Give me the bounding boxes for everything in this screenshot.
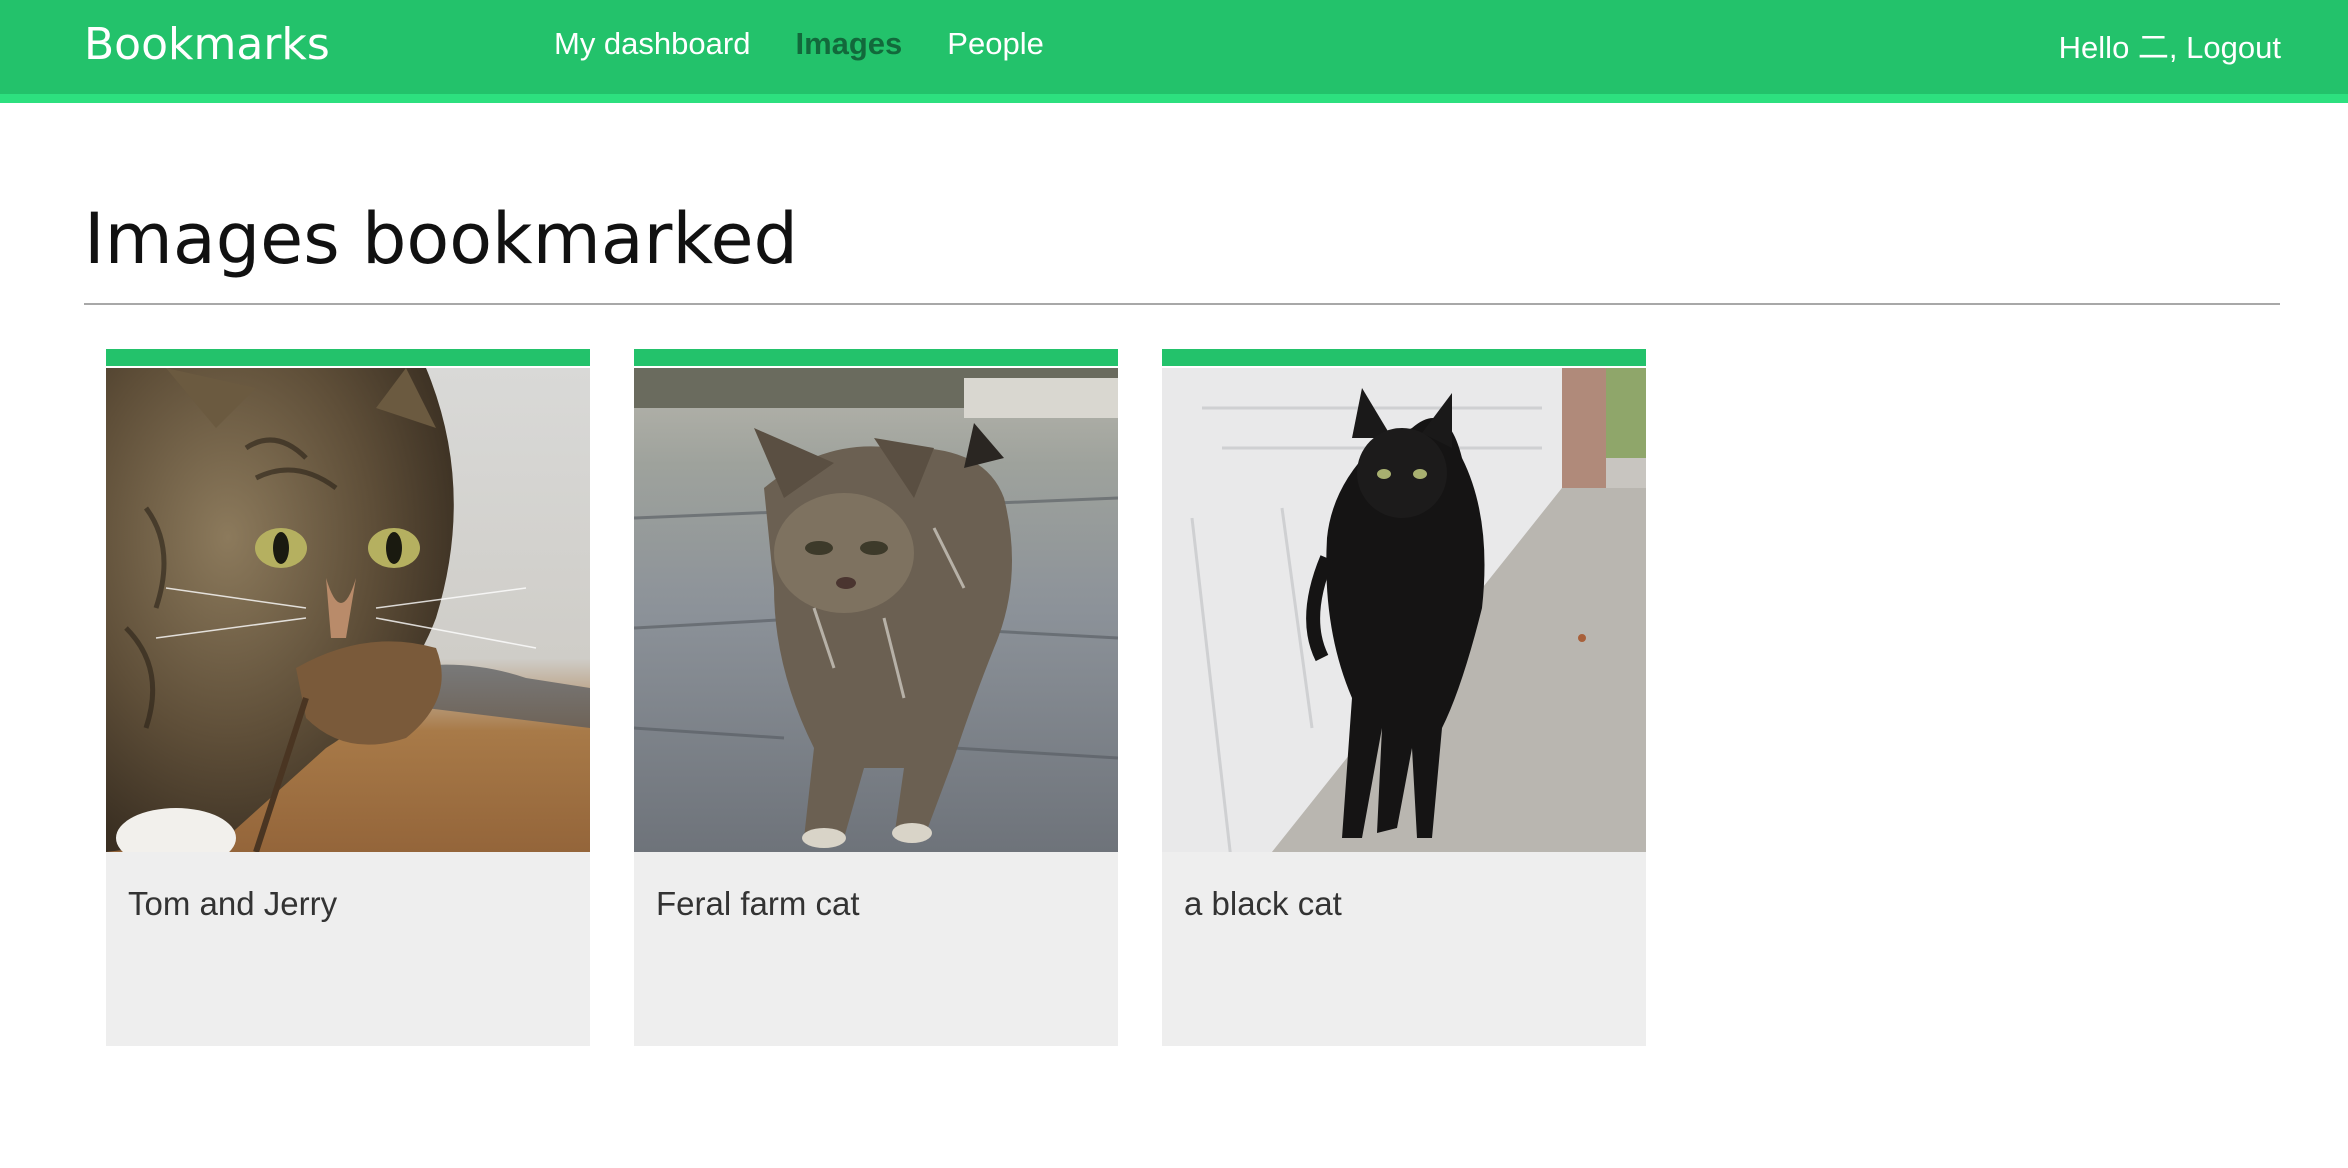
menu-link-images[interactable]: Images: [795, 26, 902, 61]
image-card: Tom and Jerry: [106, 349, 590, 1046]
image-title-link[interactable]: Tom and Jerry: [128, 885, 337, 922]
main-content: Images bookmarked Tom and Jerry Feral fa…: [84, 103, 2280, 1046]
tabby-cat-with-mouse-image: [106, 368, 590, 852]
black-cat-walking-image: [1162, 368, 1646, 852]
header-bar: Bookmarks My dashboard Images People Hel…: [0, 0, 2348, 103]
menu-item-images: Images: [795, 22, 902, 66]
image-info: a black cat: [1162, 852, 1646, 956]
logout-link[interactable]: Logout: [2186, 30, 2281, 65]
feral-cat-walking-image: [634, 368, 1118, 852]
image-title-link[interactable]: a black cat: [1184, 885, 1342, 922]
image-list: Tom and Jerry Feral farm cat a black cat: [84, 349, 2280, 1046]
logo-link[interactable]: Bookmarks: [84, 18, 330, 72]
menu-item-people: People: [947, 22, 1044, 66]
main-menu: My dashboard Images People: [554, 22, 1089, 66]
image-info: Feral farm cat: [634, 852, 1118, 956]
user-greeting: Hello 二,: [2058, 30, 2178, 65]
image-info: Tom and Jerry: [106, 852, 590, 956]
menu-item-dashboard: My dashboard: [554, 22, 750, 66]
user-area: Hello 二, Logout: [2059, 26, 2281, 70]
image-card: a black cat: [1162, 349, 1646, 1046]
image-thumbnail-link[interactable]: [106, 366, 590, 852]
image-thumbnail-link[interactable]: [634, 366, 1118, 852]
page-title: Images bookmarked: [84, 103, 2280, 305]
menu-link-people[interactable]: People: [947, 26, 1044, 61]
menu-link-dashboard[interactable]: My dashboard: [554, 26, 750, 61]
image-thumbnail-link[interactable]: [1162, 366, 1646, 852]
image-card: Feral farm cat: [634, 349, 1118, 1046]
image-title-link[interactable]: Feral farm cat: [656, 885, 860, 922]
